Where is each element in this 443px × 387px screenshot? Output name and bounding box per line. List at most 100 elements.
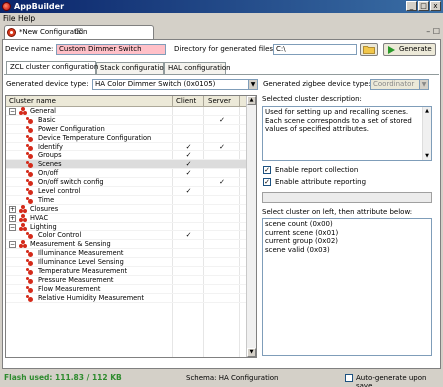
cluster-group-name: General <box>30 107 56 115</box>
config-file-icon <box>7 28 16 37</box>
server-checkbox[interactable]: ✓ <box>205 143 239 152</box>
cluster-name: Relative Humidity Measurement <box>38 293 144 302</box>
cluster-icon <box>26 152 34 160</box>
client-checkbox[interactable]: ✓ <box>174 151 203 160</box>
cluster-group-row[interactable]: − General <box>6 107 247 116</box>
cluster-icon <box>26 268 34 276</box>
scroll-down-icon[interactable]: ▼ <box>423 152 431 160</box>
editor-tab[interactable]: *New Configuration ⌧ <box>4 25 154 39</box>
cluster-group-icon <box>19 240 28 249</box>
cluster-group-row[interactable]: + HVAC <box>6 213 247 223</box>
minimize-button[interactable]: _ <box>406 1 417 11</box>
client-checkbox[interactable]: ✓ <box>174 143 203 152</box>
cluster-row[interactable]: Pressure Measurement <box>6 276 247 285</box>
cluster-row[interactable]: Relative Humidity Measurement <box>6 294 247 303</box>
cluster-group-row[interactable]: − Lighting <box>6 222 247 232</box>
maximize-button[interactable]: □ <box>418 1 429 11</box>
cluster-row[interactable]: Time <box>6 196 247 205</box>
expand-icon[interactable]: + <box>9 205 16 213</box>
menu-help[interactable]: Help <box>18 14 35 24</box>
collapse-icon[interactable]: − <box>9 223 16 231</box>
cluster-row[interactable]: Device Temperature Configuration <box>6 134 247 143</box>
cluster-icon <box>26 116 34 124</box>
cluster-row[interactable]: On/off ✓ <box>6 169 247 179</box>
cluster-icon <box>26 196 34 204</box>
cluster-tree-table: Cluster name Client Server − General Basic… <box>5 95 257 358</box>
report-settings-field[interactable] <box>262 192 432 203</box>
column-client[interactable]: Client <box>176 97 196 106</box>
cluster-name: Basic <box>38 115 56 124</box>
client-checkbox[interactable]: ✓ <box>174 169 203 178</box>
cluster-icon <box>26 188 34 196</box>
view-controls[interactable]: – ☐ <box>426 27 440 36</box>
cluster-row[interactable]: On/off switch config ✓ <box>6 178 247 188</box>
scroll-up-icon[interactable]: ▲ <box>423 107 431 115</box>
cluster-description-box: Used for setting up and recalling scenes… <box>262 106 432 161</box>
client-checkbox[interactable]: ✓ <box>174 187 203 196</box>
description-scrollbar[interactable]: ▲ ▼ <box>422 107 431 160</box>
close-tab-icon[interactable]: ⌧ <box>75 28 83 37</box>
cluster-row[interactable]: Flow Measurement <box>6 285 247 294</box>
browse-folder-button[interactable] <box>360 43 378 56</box>
cluster-row[interactable]: Scenes ✓ <box>6 160 247 170</box>
cluster-row[interactable]: Identify ✓ ✓ <box>6 143 247 152</box>
attribute-item[interactable]: current scene (0x01) <box>265 229 429 238</box>
cluster-description-text: Used for setting up and recalling scenes… <box>265 108 412 133</box>
cluster-row[interactable]: Temperature Measurement <box>6 267 247 276</box>
column-cluster-name[interactable]: Cluster name <box>9 97 56 106</box>
cluster-group-row[interactable]: + Closures <box>6 204 247 214</box>
attribute-item[interactable]: current group (0x02) <box>265 237 429 246</box>
collapse-icon[interactable]: − <box>9 241 16 249</box>
cluster-name: On/off switch config <box>38 178 104 187</box>
cluster-row[interactable]: Color Control ✓ <box>6 231 247 241</box>
cluster-row[interactable]: Illuminance Level Sensing <box>6 258 247 268</box>
directory-input[interactable]: C:\ <box>273 44 357 55</box>
server-checkbox[interactable]: ✓ <box>205 178 239 187</box>
client-checkbox[interactable]: ✓ <box>174 231 203 240</box>
chevron-down-icon: ▼ <box>419 80 428 89</box>
zigbee-type-value: Coordinator <box>373 80 415 88</box>
column-server[interactable]: Server <box>208 97 231 106</box>
folder-icon <box>363 46 375 54</box>
server-checkbox[interactable]: ✓ <box>205 116 239 125</box>
device-name-input[interactable]: Custom Dimmer Switch <box>56 44 166 55</box>
cluster-name: On/off <box>38 169 59 178</box>
enable-attribute-checkbox[interactable]: ✓ <box>263 178 271 186</box>
zigbee-type-select[interactable]: Coordinator ▼ <box>370 79 429 90</box>
enable-report-checkbox[interactable]: ✓ <box>263 166 271 174</box>
menu-file[interactable]: File <box>3 14 16 24</box>
cluster-icon <box>26 134 34 142</box>
cluster-group-icon <box>19 107 28 116</box>
tree-scrollbar[interactable]: ▲ ▼ <box>246 96 256 357</box>
cluster-row[interactable]: Groups ✓ <box>6 151 247 161</box>
cluster-icon <box>26 294 34 302</box>
window-title: AppBuilder <box>14 2 65 11</box>
scroll-up-icon[interactable]: ▲ <box>247 96 256 105</box>
generate-button[interactable]: Generate <box>383 43 436 56</box>
expand-icon[interactable]: + <box>9 214 16 222</box>
auto-generate-checkbox[interactable] <box>345 374 353 382</box>
close-window-button[interactable]: x <box>430 1 441 11</box>
attribute-item[interactable]: scene valid (0x03) <box>265 246 429 255</box>
cluster-row[interactable]: Power Configuration <box>6 125 247 134</box>
device-type-select[interactable]: HA Color Dimmer Switch (0x0105) ▼ <box>92 79 258 90</box>
cluster-row[interactable]: Illuminance Measurement <box>6 249 247 259</box>
cluster-group-name: Lighting <box>30 222 57 231</box>
tab-hal-configuration[interactable]: HAL configuration <box>164 62 231 74</box>
cluster-group-name: HVAC <box>30 213 49 222</box>
scroll-down-icon[interactable]: ▼ <box>247 348 256 357</box>
cluster-group-icon <box>19 213 28 223</box>
tab-stack-configuration[interactable]: Stack configuration <box>96 62 168 74</box>
cluster-row[interactable]: Level control ✓ <box>6 187 247 196</box>
cluster-group-row[interactable]: − Measurement & Sensing <box>6 240 247 250</box>
cluster-tree-rows: − General Basic ✓ Power Configuration Device … <box>6 107 247 303</box>
attribute-item[interactable]: scene count (0x00) <box>265 220 429 229</box>
client-checkbox[interactable]: ✓ <box>174 160 203 169</box>
tab-zcl-cluster-configuration[interactable]: ZCL cluster configuration <box>6 61 98 74</box>
device-name-label: Device name: <box>5 45 54 53</box>
cluster-name: Time <box>38 195 55 204</box>
cluster-row[interactable]: Basic ✓ <box>6 116 247 125</box>
title-bar: AppBuilder _ □ x <box>0 0 443 13</box>
status-bar: Flash used: 111.83 / 112 KB Schema: HA C… <box>0 369 443 387</box>
collapse-icon[interactable]: − <box>9 108 16 115</box>
